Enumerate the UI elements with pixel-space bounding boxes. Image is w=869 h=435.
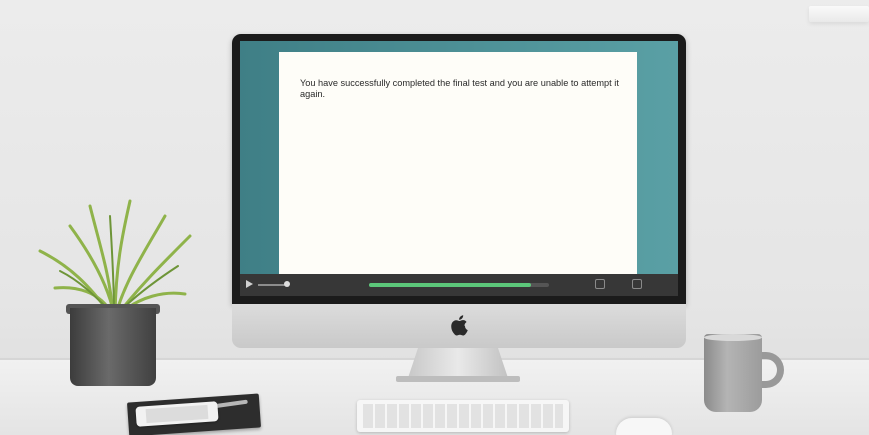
fullscreen-icon[interactable] xyxy=(632,279,642,289)
player-controls-bar xyxy=(240,274,678,296)
monitor-stand-foot xyxy=(396,376,520,382)
keyboard xyxy=(357,400,569,432)
mouse xyxy=(616,418,672,435)
completion-message: You have successfully completed the fina… xyxy=(300,78,619,99)
slide-content: You have successfully completed the fina… xyxy=(279,52,637,285)
volume-handle[interactable] xyxy=(284,281,290,287)
coffee-mug xyxy=(704,334,762,412)
desk-scene: You have successfully completed the fina… xyxy=(0,0,869,435)
course-player-screen: You have successfully completed the fina… xyxy=(240,41,678,296)
monitor-bezel: You have successfully completed the fina… xyxy=(232,34,686,304)
phone-screen xyxy=(145,404,209,424)
monitor-stand xyxy=(408,348,508,378)
plant-leaves-icon xyxy=(38,199,192,316)
potted-plant xyxy=(30,196,200,396)
progress-fill xyxy=(369,283,531,287)
play-icon[interactable] xyxy=(246,280,253,292)
progress-bar[interactable] xyxy=(369,283,549,287)
settings-icon[interactable] xyxy=(595,279,605,289)
imac-monitor: You have successfully completed the fina… xyxy=(232,34,686,348)
lamp xyxy=(809,6,869,22)
keyboard-keys xyxy=(363,404,563,428)
mug-rim xyxy=(704,334,762,341)
plant-pot xyxy=(70,308,156,386)
monitor-chin xyxy=(232,304,686,348)
apple-logo-icon xyxy=(451,315,468,336)
